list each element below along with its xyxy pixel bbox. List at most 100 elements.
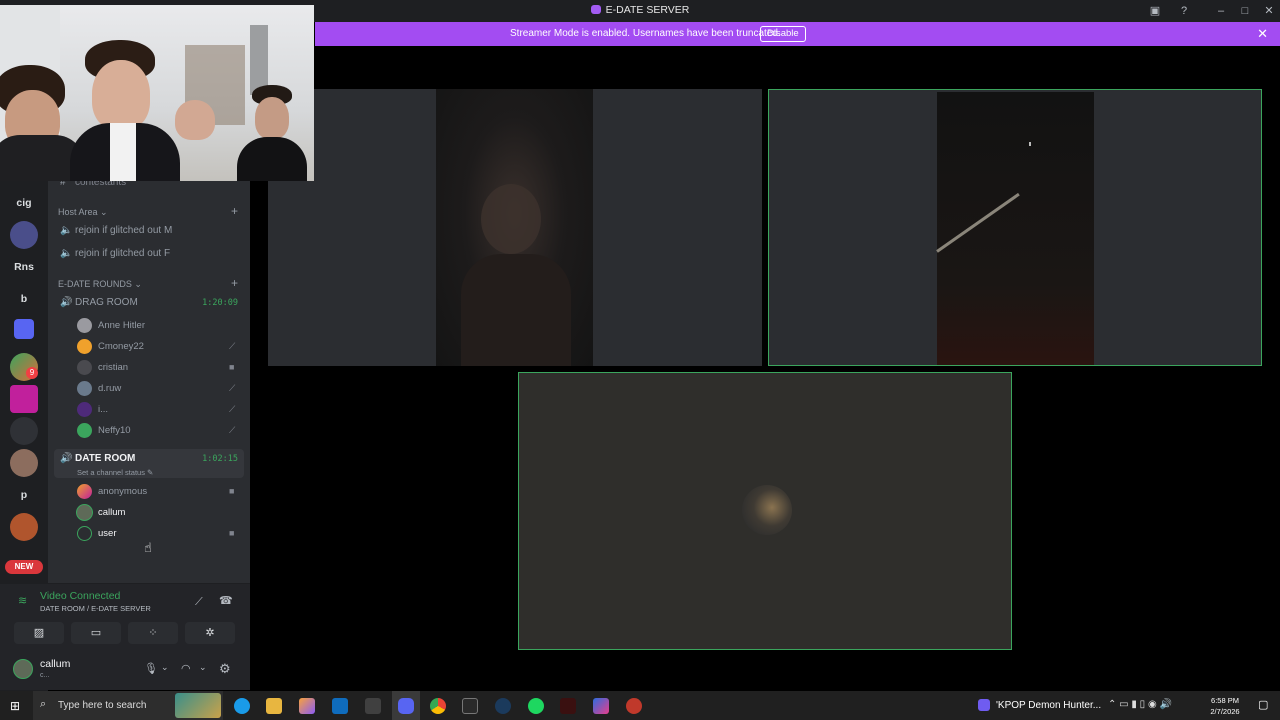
video-feed-detail <box>1029 142 1031 146</box>
voice-status: Video Connected <box>40 590 121 602</box>
channel-sidebar: # contestants Host Area ⌄ + 🔈 rejoin if gl… <box>48 177 250 583</box>
camera-toggle-button[interactable]: ▨ <box>14 622 64 644</box>
deafened-icon: ⟋ <box>229 383 236 393</box>
server-avatar[interactable] <box>10 417 38 445</box>
server-item-b[interactable]: b <box>10 285 38 313</box>
avatar <box>742 485 792 535</box>
voice-channel-rejoin-m[interactable]: 🔈 rejoin if glitched out M <box>60 225 172 236</box>
avatar <box>77 402 92 417</box>
add-channel-icon[interactable]: + <box>231 276 238 290</box>
search-placeholder: Type here to search <box>58 700 147 711</box>
app-icon[interactable] <box>299 698 315 714</box>
search-icon: ⌕ <box>40 698 47 710</box>
deafened-icon: ⟋ <box>229 404 236 414</box>
server-item-rns[interactable]: Rns <box>10 253 38 281</box>
deafened-icon: ⟋ <box>229 341 236 351</box>
video-icon: ■ <box>229 486 235 496</box>
epic-games-icon[interactable] <box>462 698 478 714</box>
app-icon[interactable] <box>560 698 576 714</box>
outlook-icon[interactable] <box>332 698 348 714</box>
edge-icon[interactable] <box>234 698 250 714</box>
user-status: c... <box>40 672 50 679</box>
signal-icon: ≋ <box>18 595 28 607</box>
category-edate-rounds[interactable]: E-DATE ROUNDS ⌄ <box>58 279 142 290</box>
windows-taskbar: ⊞ ⌕ Type here to search 'KPOP Demon Hunt… <box>0 691 1280 720</box>
server-avatar[interactable] <box>10 385 38 413</box>
voice-connected-panel: ≋ Video Connected DATE ROOM / E-DATE SER… <box>0 583 250 649</box>
activities-button[interactable]: ⁘ <box>128 622 178 644</box>
server-item-cig[interactable]: cig <box>10 189 38 217</box>
video-tile-user[interactable] <box>518 372 1012 650</box>
screen-share-icon[interactable]: ▣ <box>1147 3 1163 19</box>
disable-streamer-mode-button[interactable]: Disable <box>760 26 806 42</box>
channel-timer: 1:02:15 <box>202 454 238 464</box>
server-avatar[interactable] <box>10 221 38 249</box>
video-tile-participant[interactable] <box>436 89 593 366</box>
voice-channel-rejoin-f[interactable]: 🔈 rejoin if glitched out F <box>60 248 170 259</box>
channel-status[interactable]: Set a channel status ✎ <box>77 468 153 477</box>
clock-time[interactable]: 6:58 PM <box>1205 696 1245 705</box>
streamer-mode-message: Streamer Mode is enabled. Usernames have… <box>510 28 781 39</box>
chevron-down-icon[interactable]: ⌄ <box>199 662 207 673</box>
store-icon[interactable] <box>365 698 381 714</box>
search-highlight-image <box>175 693 221 718</box>
system-tray-icons[interactable]: ⌃ ▭ ▮ ▯ ◉ 🔊 <box>1108 699 1172 710</box>
add-channel-icon[interactable]: + <box>231 204 238 218</box>
disconnect-icon[interactable]: ☎ <box>219 594 233 607</box>
taskbar-search-input[interactable]: ⌕ Type here to search <box>33 691 223 720</box>
video-tile-speaking[interactable] <box>768 89 1262 366</box>
avatar <box>77 318 92 333</box>
server-avatar[interactable] <box>10 449 38 477</box>
close-window-icon[interactable]: ✕ <box>1261 3 1277 19</box>
discord-logo-icon <box>590 5 601 14</box>
video-icon: ■ <box>229 362 235 372</box>
chevron-down-icon[interactable]: ⌄ <box>161 662 169 673</box>
user-panel: callum c... 🎙 ⌄ ◠ ⌄ ⚙ <box>0 649 250 690</box>
app-icon[interactable] <box>593 698 609 714</box>
speaker-icon: 🔈 <box>60 248 73 259</box>
voice-channel-date-room-label: 🔊 DATE ROOM <box>60 453 136 464</box>
minimize-icon[interactable]: – <box>1213 3 1229 19</box>
noise-suppression-icon[interactable]: ⟋ <box>195 596 203 609</box>
avatar <box>77 484 92 499</box>
video-tile-empty[interactable] <box>593 89 762 366</box>
speaker-icon: 🔈 <box>60 225 73 236</box>
help-icon[interactable]: ? <box>1176 3 1192 19</box>
deafened-icon: ⟋ <box>229 425 236 435</box>
app-icon[interactable] <box>626 698 642 714</box>
folder-icon[interactable] <box>14 319 34 339</box>
streamer-mode-banner: Streamer Mode is enabled. Usernames have… <box>315 22 1280 46</box>
microphone-icon[interactable]: 🎙 <box>144 662 158 675</box>
speaker-icon: 🔊 <box>60 297 73 308</box>
mouse-cursor-icon: ☝ <box>144 540 152 555</box>
avatar <box>77 360 92 375</box>
spotify-icon[interactable] <box>528 698 544 714</box>
notifications-icon[interactable]: ▢ <box>1258 698 1268 711</box>
soundboard-button[interactable]: ✲ <box>185 622 235 644</box>
avatar <box>77 505 92 520</box>
mention-badge: 9 <box>26 367 38 379</box>
server-avatar[interactable] <box>10 513 38 541</box>
discord-icon <box>398 698 414 714</box>
close-icon[interactable]: ✕ <box>1257 26 1268 42</box>
media-title[interactable]: 'KPOP Demon Hunter... <box>996 700 1101 711</box>
avatar <box>77 339 92 354</box>
file-explorer-icon[interactable] <box>266 698 282 714</box>
avatar[interactable] <box>13 659 33 679</box>
steam-icon[interactable] <box>495 698 511 714</box>
gear-icon[interactable]: ⚙ <box>219 661 231 677</box>
voice-location[interactable]: DATE ROOM / E-DATE SERVER <box>40 604 151 613</box>
new-badge[interactable]: NEW <box>5 560 43 574</box>
webcam-overlay <box>0 5 314 181</box>
windows-start-icon[interactable]: ⊞ <box>10 699 20 713</box>
clock-date[interactable]: 2/7/2026 <box>1205 707 1245 716</box>
headphones-icon[interactable]: ◠ <box>181 662 191 675</box>
screen-share-button[interactable]: ▭ <box>71 622 121 644</box>
maximize-icon[interactable]: □ <box>1237 3 1253 19</box>
server-item-p[interactable]: p <box>10 481 38 509</box>
category-host-area[interactable]: Host Area ⌄ <box>58 207 108 218</box>
voice-channel-drag-room[interactable]: 🔊 DRAG ROOM <box>60 297 138 308</box>
avatar <box>77 526 92 541</box>
discord-taskbar-button[interactable] <box>392 691 420 720</box>
chrome-icon[interactable] <box>430 698 446 714</box>
